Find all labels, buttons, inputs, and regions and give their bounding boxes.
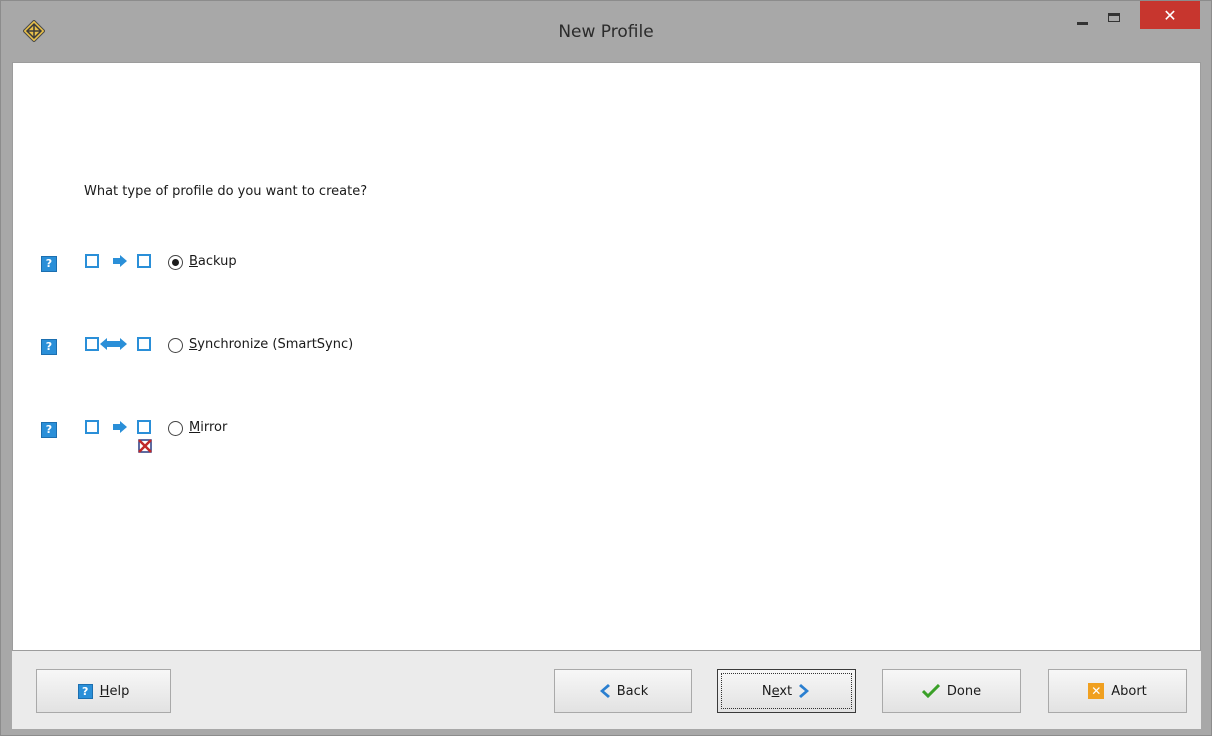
minimize-button[interactable]: [1067, 1, 1097, 31]
minimize-icon: [1076, 21, 1088, 25]
wizard-content: What type of profile do you want to crea…: [12, 62, 1201, 651]
dialog-window: New Profile ✕ What type of profile do yo…: [0, 0, 1212, 736]
x-icon: ✕: [1088, 683, 1105, 699]
label-text: ackup: [197, 254, 237, 269]
close-button[interactable]: ✕: [1140, 1, 1200, 29]
label-text: ynchronize (SmartSync): [197, 337, 354, 352]
mirror-radio[interactable]: [168, 421, 183, 436]
focus-rectangle: [721, 673, 852, 709]
title-bar: New Profile ✕: [1, 1, 1211, 63]
question-icon: ?: [77, 683, 93, 699]
back-label: Back: [616, 683, 649, 699]
help-icon[interactable]: ?: [41, 339, 57, 355]
help-icon[interactable]: ?: [41, 422, 57, 438]
help-label: Help: [99, 683, 130, 699]
done-label: Done: [946, 683, 982, 699]
synchronize-radio[interactable]: [168, 338, 183, 353]
backup-diagram-icon: [85, 254, 151, 268]
mirror-diagram-icon: [85, 420, 152, 453]
mirror-label[interactable]: Mirror: [189, 420, 227, 435]
maximize-icon: [1108, 12, 1120, 22]
sync-diagram-icon: [85, 337, 151, 351]
option-mirror: ? Mirror: [13, 418, 713, 453]
accel-key: B: [189, 254, 198, 269]
backup-radio[interactable]: [168, 255, 183, 270]
next-button[interactable]: Next: [717, 669, 856, 713]
synchronize-label[interactable]: Synchronize (SmartSync): [189, 337, 353, 352]
option-backup: ? Backup: [13, 252, 713, 280]
done-button[interactable]: Done: [882, 669, 1021, 713]
close-icon: ✕: [1163, 5, 1177, 25]
backup-label[interactable]: Backup: [189, 254, 237, 269]
help-button[interactable]: ? Help: [36, 669, 171, 713]
maximize-button[interactable]: [1099, 1, 1129, 31]
window-title: New Profile: [558, 22, 654, 42]
accel-key: M: [189, 420, 201, 435]
help-icon[interactable]: ?: [41, 256, 57, 272]
chevron-left-icon: [599, 684, 610, 698]
profile-type-question: What type of profile do you want to crea…: [84, 184, 368, 199]
option-synchronize: ? Synchronize (SmartSync): [13, 335, 713, 363]
checkmark-icon: [921, 684, 940, 698]
back-button[interactable]: Back: [554, 669, 692, 713]
label-text: irror: [200, 420, 228, 435]
abort-label: Abort: [1111, 683, 1147, 699]
abort-button[interactable]: ✕ Abort: [1048, 669, 1187, 713]
